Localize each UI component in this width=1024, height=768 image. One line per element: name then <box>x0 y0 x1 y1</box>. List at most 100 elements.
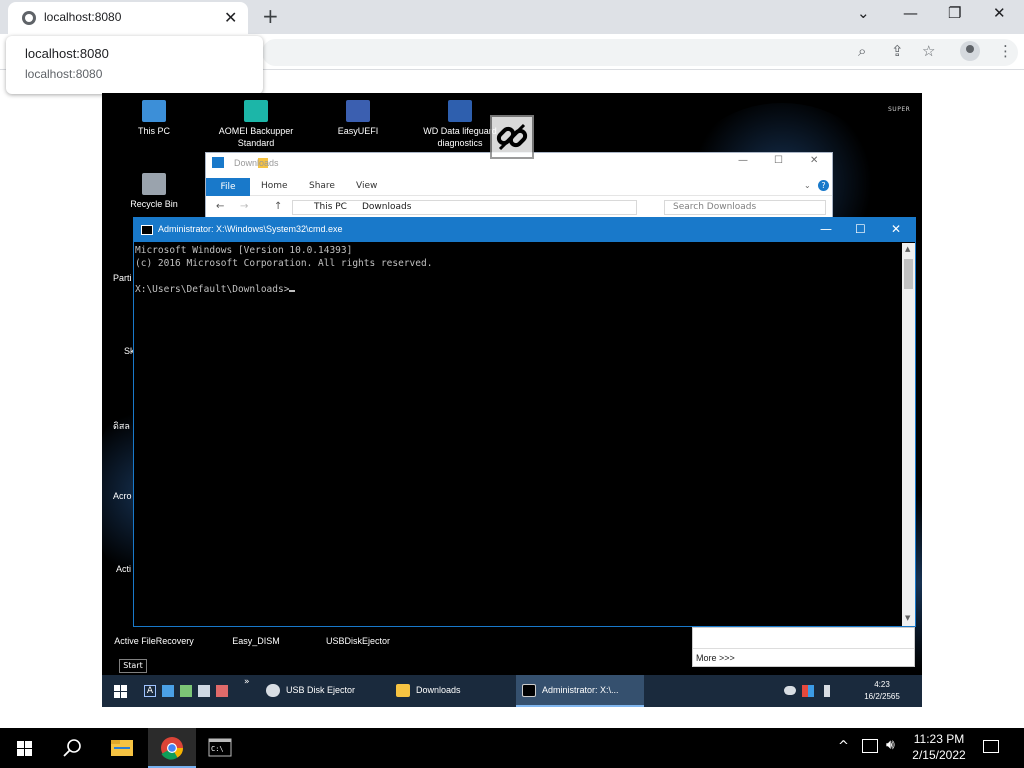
zoom-icon[interactable]: ⌕ <box>858 42 866 60</box>
back-arrow-icon[interactable]: ← <box>216 201 224 212</box>
tray-app-icon[interactable] <box>802 685 814 697</box>
minimize-button[interactable]: — <box>903 4 918 22</box>
close-button[interactable]: ✕ <box>810 155 818 166</box>
usb-ejector-panel: More >>> <box>692 627 915 667</box>
desktop-icon-this-pc[interactable]: This PC <box>104 100 204 137</box>
network-icon[interactable] <box>862 739 878 753</box>
ribbon-tab-view[interactable]: View <box>356 181 377 191</box>
connection-status-icon[interactable] <box>490 115 534 159</box>
explorer-title: Downloads <box>234 158 279 168</box>
quicklaunch-disk-icon[interactable] <box>216 685 228 697</box>
share-icon[interactable]: ⇪ <box>891 42 904 60</box>
ribbon-tab-share[interactable]: Share <box>309 181 335 191</box>
help-icon[interactable]: ? <box>818 180 829 191</box>
task-label: USB Disk Ejector <box>286 685 356 695</box>
bookmark-star-icon[interactable]: ☆ <box>922 42 935 60</box>
remote-task-usb-disk-ejector[interactable]: USB Disk Ejector <box>260 675 382 707</box>
maximize-button[interactable]: ☐ <box>774 155 783 166</box>
windows-taskbar: C:\ ^ 🔊︎ 11:23 PM 2/15/2022 <box>0 728 1024 768</box>
windows-logo-icon <box>17 741 32 756</box>
restore-button[interactable]: ❐ <box>948 4 961 22</box>
cmd-scrollbar[interactable]: ▲ ▼ <box>902 243 915 626</box>
desktop-icon-recycle-bin[interactable]: Recycle Bin <box>104 173 204 210</box>
address-bar[interactable] <box>262 39 1018 66</box>
taskbar-file-explorer[interactable] <box>98 728 146 768</box>
folder-icon <box>111 740 133 756</box>
desktop-icon-aomei[interactable]: AOMEI Backupper Standard <box>206 100 306 149</box>
file-explorer-window[interactable]: Downloads — ☐ ✕ File Home Share View ⌄ ?… <box>205 152 833 218</box>
new-tab-button[interactable]: + <box>262 4 279 28</box>
quicklaunch-a-icon[interactable]: A <box>144 685 156 697</box>
explorer-address-bar[interactable]: This PC Downloads <box>292 200 637 215</box>
menu-kebab-icon[interactable]: ⋮ <box>998 42 1013 60</box>
tray-drive-icon[interactable] <box>824 685 830 697</box>
volume-icon[interactable]: 🔊︎ <box>886 737 895 753</box>
ribbon-tab-file[interactable]: File <box>206 178 250 196</box>
explorer-search-input[interactable]: Search Downloads <box>664 200 826 215</box>
cmd-output[interactable]: Microsoft Windows [Version 10.0.14393] (… <box>135 244 432 296</box>
quicklaunch-network-icon[interactable] <box>162 685 174 697</box>
quicklaunch-monitor-icon[interactable] <box>198 685 210 697</box>
tray-overflow-chevron-icon[interactable]: ^ <box>838 739 849 754</box>
start-button[interactable] <box>0 728 48 768</box>
tab-close-icon[interactable]: ✕ <box>224 8 237 27</box>
chrome-icon <box>161 737 183 760</box>
profile-avatar-icon[interactable] <box>960 41 980 61</box>
scroll-up-arrow-icon[interactable]: ▲ <box>905 245 910 253</box>
desktop-icon-usbdiskejector[interactable]: USBDiskEjector <box>308 635 408 647</box>
remote-task-downloads[interactable]: Downloads <box>390 675 512 707</box>
ribbon-tab-home[interactable]: Home <box>261 181 288 191</box>
scrollbar-thumb[interactable] <box>904 259 913 289</box>
desktop-icon-label-partial[interactable]: Parti <box>113 273 132 283</box>
taskbar-cmd[interactable]: C:\ <box>196 728 244 768</box>
quicklaunch-overflow-icon[interactable]: » <box>244 677 250 687</box>
tray-usb-icon[interactable] <box>784 686 796 695</box>
minimize-button[interactable]: — <box>738 155 748 166</box>
desktop-icon-easy-dism[interactable]: Easy_DISM <box>206 635 306 647</box>
globe-icon <box>22 11 36 25</box>
system-clock[interactable]: 11:23 PM 2/15/2022 <box>900 731 978 763</box>
text-cursor <box>289 290 296 292</box>
remote-desktop-viewport[interactable]: SUPER This PC AOMEI Backupper Standard E… <box>102 93 922 707</box>
desktop-icon-easyuefi[interactable]: EasyUEFI <box>308 100 408 137</box>
windows-start-icon[interactable] <box>114 685 128 699</box>
desktop-icon-active-filerecovery[interactable]: Active FileRecovery <box>104 635 204 647</box>
close-button[interactable]: ✕ <box>891 222 901 236</box>
browser-tab[interactable]: localhost:8080 ✕ <box>8 2 248 34</box>
quicklaunch-tool-icon[interactable] <box>180 685 192 697</box>
cmd-window[interactable]: Administrator: X:\Windows\System32\cmd.e… <box>133 217 916 627</box>
scroll-down-arrow-icon[interactable]: ▼ <box>905 614 910 622</box>
cmd-title-bar[interactable]: Administrator: X:\Windows\System32\cmd.e… <box>134 218 915 242</box>
clock-time: 11:23 PM <box>913 732 965 746</box>
taskbar-chrome[interactable] <box>148 728 196 768</box>
breadcrumb-this-pc[interactable]: This PC <box>314 201 347 214</box>
task-label: Downloads <box>416 685 461 695</box>
task-label: Administrator: X:\... <box>542 685 619 695</box>
desktop-icon-label-partial[interactable]: Acro <box>113 491 132 501</box>
breadcrumb-downloads[interactable]: Downloads <box>362 201 411 214</box>
uefi-app-icon <box>346 100 370 122</box>
search-button[interactable] <box>48 728 96 768</box>
console-icon <box>141 225 153 235</box>
site-info-popup: localhost:8080 localhost:8080 <box>6 36 263 94</box>
ribbon-expand-icon[interactable]: ⌄ <box>804 181 811 190</box>
notification-center-icon[interactable] <box>983 740 999 753</box>
maximize-button[interactable]: ☐ <box>855 222 866 236</box>
close-window-button[interactable]: ✕ <box>993 4 1006 22</box>
desktop-icon-label-partial[interactable]: Acti <box>116 564 131 574</box>
remote-clock-time: 4:23 <box>874 680 890 689</box>
backup-app-icon <box>244 100 268 122</box>
remote-clock[interactable]: 4:23 16/2/2565 <box>850 679 914 703</box>
more-button[interactable]: More >>> <box>696 653 735 663</box>
minimize-button[interactable]: — <box>820 222 832 236</box>
remote-task-cmd[interactable]: Administrator: X:\... <box>516 675 644 707</box>
start-tooltip: Start <box>119 659 147 673</box>
up-arrow-icon[interactable]: ↑ <box>274 201 282 212</box>
desktop-icon-label-partial[interactable]: ดิสล <box>113 419 130 433</box>
monitor-icon <box>142 100 166 122</box>
tab-search-icon[interactable]: ⌄ <box>857 4 870 22</box>
usb-ejector-icon <box>266 684 280 697</box>
forward-arrow-icon[interactable]: → <box>240 201 248 212</box>
clock-date: 2/15/2022 <box>912 748 966 762</box>
remote-clock-date: 16/2/2565 <box>864 692 900 701</box>
